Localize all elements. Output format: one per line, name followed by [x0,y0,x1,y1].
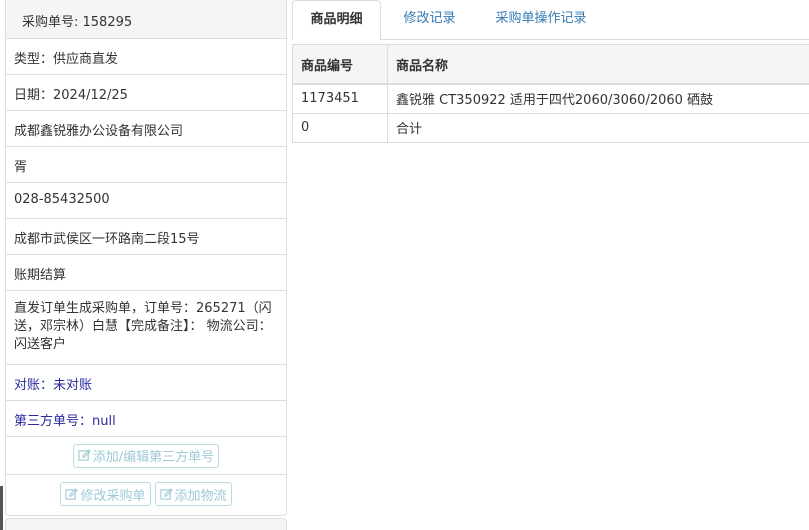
payment-terms: 账期结算 [6,255,286,291]
total-code-cell: 0 [292,113,388,143]
add-edit-third-party-label: 添加/编辑第三方单号 [92,450,215,465]
order-date: 日期：2024/12/25 [6,75,286,111]
supplier-name: 成都鑫锐雅办公设备有限公司 [6,111,286,147]
next-panel-header [5,518,287,530]
order-remarks: 直发订单生成采购单，订单号：265271（闪送，邓宗林）白慧【完成备注】： 物流… [6,291,286,365]
detail-tabs: 商品明细 修改记录 采购单操作记录 [292,0,809,41]
product-name-cell: 鑫锐雅 CT350922 适用于四代2060/3060/2060 硒鼓 [387,84,809,114]
column-header-product-code: 商品编号 [292,45,388,85]
order-info-panel: 采购单号: 158295 类型：供应商直发 日期：2024/12/25 成都鑫锐… [5,0,287,516]
window-edge [0,486,3,530]
product-table: 商品编号 商品名称 1173451 鑫锐雅 CT350922 适用于四代2060… [292,45,809,143]
contact-phone: 028-85432500 [6,183,286,219]
table-header-row: 商品编号 商品名称 [292,45,809,85]
tab-product-details[interactable]: 商品明细 [292,0,381,41]
product-table-container: 商品编号 商品名称 1173451 鑫锐雅 CT350922 适用于四代2060… [292,44,809,143]
edit-icon [65,487,79,500]
table-row: 1173451 鑫锐雅 CT350922 适用于四代2060/3060/2060… [292,84,809,114]
add-logistics-button[interactable]: 添加物流 [154,482,232,506]
order-number-header: 采购单号: 158295 [6,0,286,39]
edit-order-label: 修改采购单 [80,488,146,504]
contact-name: 胥 [6,147,286,183]
third-party-order-number: 第三方单号：null [6,401,286,437]
order-type: 类型：供应商直发 [6,39,286,75]
order-actions-row: 修改采购单 添加物流 [6,475,286,513]
edit-order-button[interactable]: 修改采购单 [60,482,151,506]
add-logistics-label: 添加物流 [174,488,227,504]
add-edit-third-party-button[interactable]: 添加/编辑第三方单号 [72,443,220,468]
third-party-button-row: 添加/编辑第三方单号 [6,437,286,475]
product-code-cell: 1173451 [292,84,388,114]
edit-icon [159,487,173,500]
table-row-total: 0 合计 [292,113,809,143]
reconciliation-status: 对账：未对账 [6,365,286,401]
tab-modification-log[interactable]: 修改记录 [384,0,475,40]
column-header-product-name: 商品名称 [387,45,809,85]
total-label-cell: 合计 [387,113,809,143]
tab-operation-log[interactable]: 采购单操作记录 [478,0,604,40]
edit-icon [78,449,91,461]
supplier-address: 成都市武侯区一环路南二段15号 [6,219,286,255]
